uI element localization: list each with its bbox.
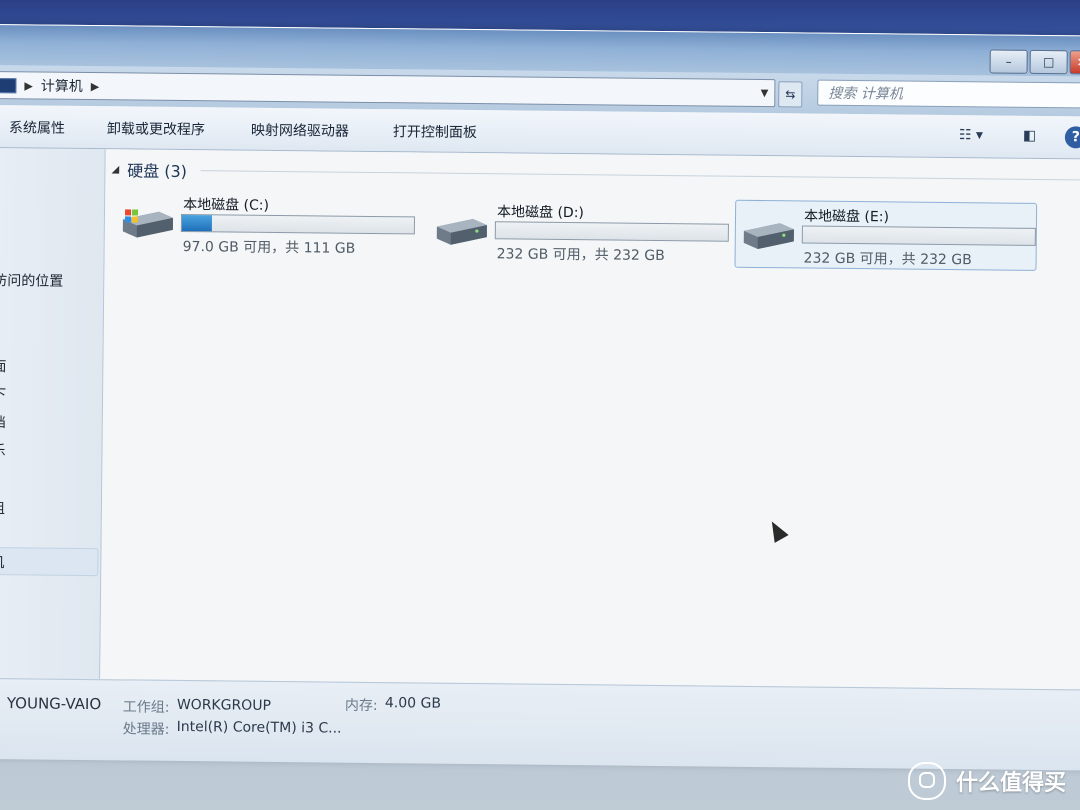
help-icon: ? [1071, 129, 1080, 146]
usage-bar [801, 225, 1036, 246]
help-button[interactable]: ? [1064, 126, 1080, 149]
drive-capacity: 232 GB 可用，共 232 GB [496, 246, 665, 265]
group-divider [200, 170, 1080, 181]
search-input[interactable]: 搜索 计算机 [817, 79, 1080, 109]
system-properties-button[interactable]: 系统属性 [9, 117, 65, 138]
search-placeholder: 搜索 计算机 [828, 85, 903, 103]
hard-drive-icon [743, 223, 794, 250]
hard-drive-icon [436, 219, 487, 245]
navigation-pane: 访问的位置 面 下 档 乐 组 机 [0, 147, 106, 680]
workgroup-value: WORKGROUP [176, 696, 272, 714]
refresh-button[interactable]: ⇆ [778, 81, 803, 108]
chevron-right-icon[interactable]: ▶ [24, 79, 33, 92]
computer-icon [0, 77, 17, 93]
drive-capacity: 232 GB 可用，共 232 GB [803, 250, 972, 269]
smzdm-watermark: 什么值得买 [907, 762, 1066, 800]
usage-bar-fill [181, 214, 213, 232]
view-options-icon[interactable]: ☷ ▾ [959, 127, 983, 143]
breadcrumb-computer[interactable]: 计算机 [41, 75, 83, 95]
nav-item-desktop[interactable]: 面 [0, 356, 7, 376]
processor-value: Intel(R) Core(TM) i3 C... [176, 718, 342, 737]
nav-item-downloads[interactable]: 下 [0, 384, 6, 404]
watermark-text: 什么值得买 [955, 771, 1066, 796]
computer-name: YOUNG-VAIO [6, 694, 102, 714]
explorer-window: – □ ✕ ▶ 计算机 ▶ ▼ ⇆ 搜索 计算机 系统属性 卸载或更改程序 映射… [0, 24, 1080, 771]
smzdm-logo-icon [907, 762, 946, 800]
usage-bar [180, 213, 416, 235]
breadcrumb[interactable]: ▶ 计算机 ▶ ▼ [0, 70, 776, 108]
collapse-triangle-icon[interactable]: ◢ [111, 164, 119, 175]
nav-item-documents[interactable]: 档 [0, 412, 6, 432]
maximize-button[interactable]: □ [1029, 49, 1068, 75]
drive-name: 本地磁盘 (C:) [183, 196, 270, 214]
nav-item-computer[interactable]: 机 [0, 552, 4, 572]
memory-value: 4.00 GB [384, 695, 442, 712]
nav-item-recent-places[interactable]: 访问的位置 [0, 270, 63, 291]
workgroup-label: 工作组: [122, 699, 170, 716]
close-button[interactable]: ✕ [1069, 50, 1080, 75]
file-list: ◢ 硬盘 (3) 本地磁盘 (C:) 97.0 GB 可用，共 111 GB 本… [100, 149, 1080, 690]
usage-bar [494, 221, 729, 242]
chevron-right-icon[interactable]: ▶ [91, 80, 100, 93]
window-controls: – □ ✕ [988, 49, 1080, 75]
map-network-drive-button[interactable]: 映射网络驱动器 [251, 120, 349, 141]
drive-capacity: 97.0 GB 可用，共 111 GB [182, 238, 356, 257]
drive-d[interactable]: 本地磁盘 (D:) 232 GB 可用，共 232 GB [429, 197, 730, 266]
drive-e[interactable]: 本地磁盘 (E:) 232 GB 可用，共 232 GB [734, 199, 1038, 271]
chevron-down-icon[interactable]: ▼ [761, 88, 769, 99]
hard-drive-windows-icon [122, 209, 173, 238]
preview-pane-icon[interactable]: ◧ [1023, 128, 1036, 144]
minimize-button[interactable]: – [989, 49, 1028, 74]
nav-selection-highlight [0, 546, 99, 577]
mouse-pointer-icon [764, 517, 789, 543]
nav-item-homegroup[interactable]: 组 [0, 498, 5, 518]
open-control-panel-button[interactable]: 打开控制面板 [393, 121, 477, 142]
memory-label: 内存: [344, 697, 378, 715]
uninstall-program-button[interactable]: 卸载或更改程序 [107, 118, 205, 139]
group-header-hard-disks[interactable]: ◢ 硬盘 (3) [111, 157, 187, 182]
refresh-icon: ⇆ [785, 87, 796, 102]
drive-name: 本地磁盘 (D:) [496, 204, 585, 222]
drive-name: 本地磁盘 (E:) [803, 208, 890, 226]
group-title: 硬盘 (3) [127, 161, 188, 182]
nav-item-music[interactable]: 乐 [0, 440, 6, 460]
details-pane: YOUNG-VAIO 工作组: WORKGROUP 内存: 4.00 GB 处理… [0, 677, 1080, 771]
processor-label: 处理器: [122, 721, 170, 738]
drive-c[interactable]: 本地磁盘 (C:) 97.0 GB 可用，共 111 GB [115, 189, 416, 258]
